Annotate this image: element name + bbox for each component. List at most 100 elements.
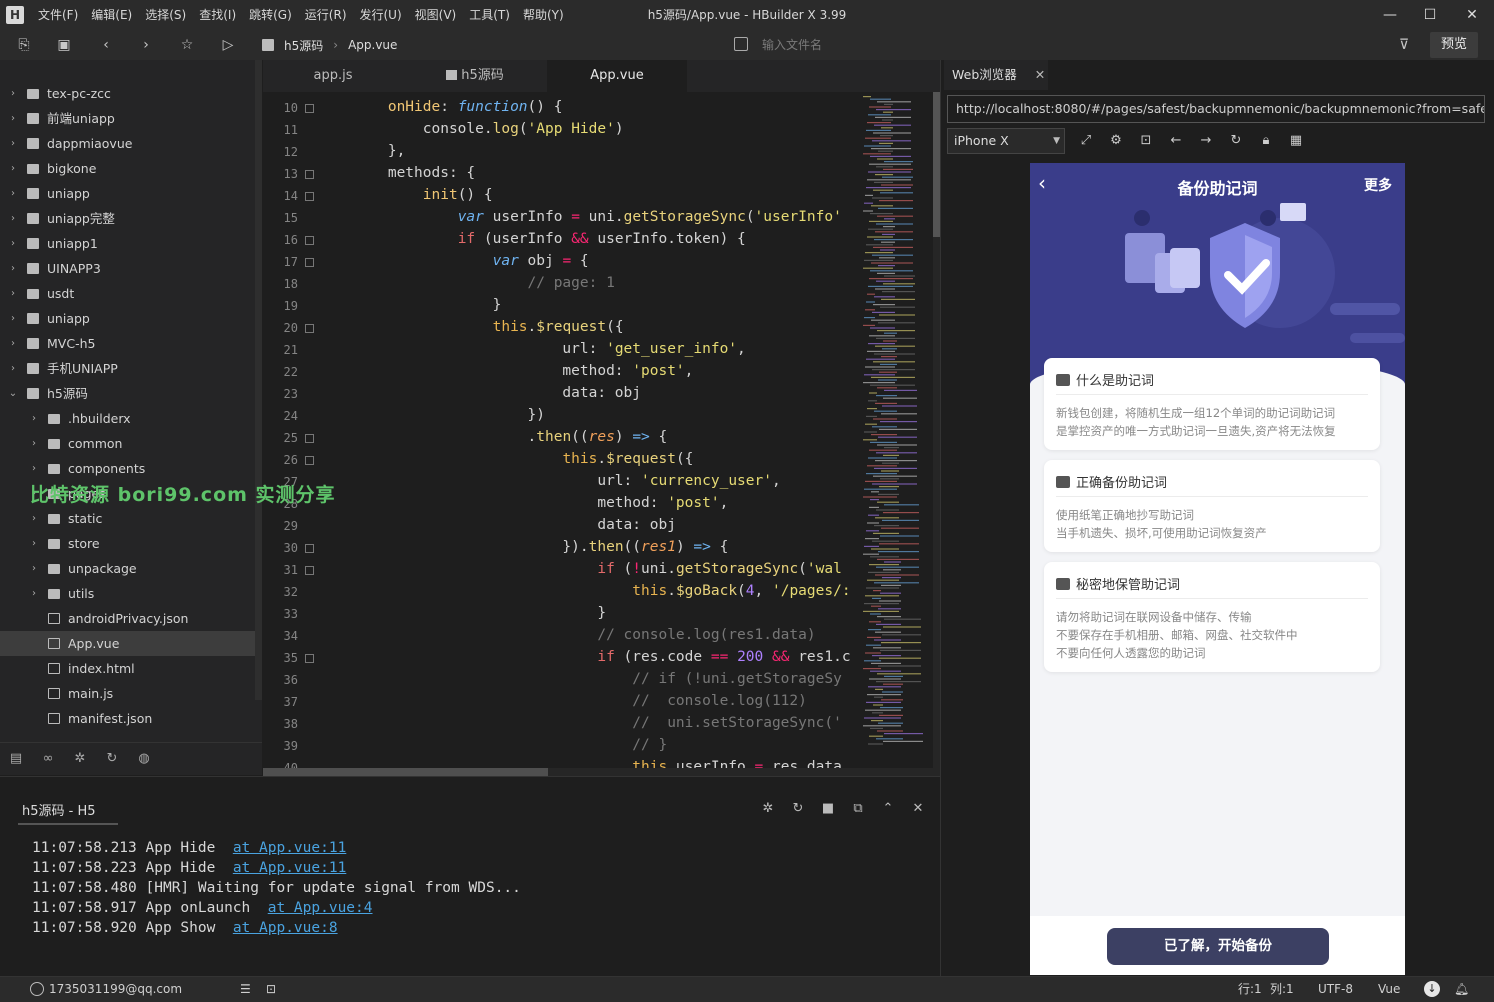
- status-user-account[interactable]: 1735031199@qq.com: [49, 976, 182, 1002]
- menu-item[interactable]: 查找(I): [199, 0, 236, 30]
- chevron-right-icon[interactable]: ›: [8, 81, 18, 106]
- sidebar-item[interactable]: › common: [0, 431, 255, 456]
- chevron-right-icon[interactable]: ›: [8, 331, 18, 356]
- tab-web-browser[interactable]: Web浏览器 ✕: [944, 60, 1048, 90]
- code-line[interactable]: data: obj: [318, 385, 641, 401]
- console-tab-title[interactable]: h5源码 - H5: [22, 800, 96, 819]
- chevron-right-icon[interactable]: ›: [29, 406, 39, 431]
- fold-toggle-icon[interactable]: [305, 258, 314, 267]
- restart-icon[interactable]: ↻: [789, 800, 807, 818]
- sidebar-item[interactable]: › MVC-h5: [0, 331, 255, 356]
- chevron-right-icon[interactable]: ›: [29, 431, 39, 456]
- forward-icon[interactable]: ›: [136, 35, 156, 55]
- browser-forward-icon[interactable]: →: [1196, 131, 1216, 151]
- run-icon[interactable]: ▷: [218, 35, 238, 55]
- code-line[interactable]: url: 'currency_user',: [318, 473, 780, 489]
- menu-item[interactable]: 工具(T): [469, 0, 510, 30]
- code-line[interactable]: method: 'post',: [318, 495, 728, 511]
- code-line[interactable]: if (userInfo && userInfo.token) {: [318, 231, 746, 247]
- sidebar-item[interactable]: › bigkone: [0, 156, 255, 181]
- device-select[interactable]: iPhone X ▼: [947, 128, 1065, 154]
- sidebar-scrollbar[interactable]: [255, 60, 262, 700]
- new-file-icon[interactable]: ⎘: [14, 35, 34, 55]
- globe-icon[interactable]: ◍: [134, 749, 154, 769]
- sidebar-item[interactable]: androidPrivacy.json: [0, 606, 255, 631]
- fold-toggle-icon[interactable]: [305, 544, 314, 553]
- code-line[interactable]: this.$goBack(4, '/pages/:: [318, 583, 850, 599]
- tab-h5-project[interactable]: h5源码: [405, 60, 545, 92]
- debug-icon[interactable]: ✲: [759, 800, 777, 818]
- fold-toggle-icon[interactable]: [305, 434, 314, 443]
- chevron-right-icon[interactable]: ›: [8, 356, 18, 381]
- code-line[interactable]: // }: [318, 737, 667, 753]
- code-line[interactable]: method: 'post',: [318, 363, 693, 379]
- chevron-right-icon[interactable]: ›: [8, 231, 18, 256]
- code-line[interactable]: }: [318, 605, 606, 621]
- fold-toggle-icon[interactable]: [305, 654, 314, 663]
- sidebar-item[interactable]: manifest.json: [0, 706, 255, 731]
- fold-toggle-icon[interactable]: [305, 456, 314, 465]
- sidebar-item[interactable]: › static: [0, 506, 255, 531]
- sidebar-item[interactable]: › dappmiaovue: [0, 131, 255, 156]
- sidebar-item[interactable]: ⌄ h5源码: [0, 381, 255, 406]
- refresh-icon[interactable]: ↻: [1226, 131, 1246, 151]
- chevron-right-icon[interactable]: ›: [8, 106, 18, 131]
- chevron-right-icon[interactable]: ›: [8, 131, 18, 156]
- binoculars-icon[interactable]: ∞: [38, 749, 58, 769]
- settings-icon[interactable]: ⚙: [1106, 131, 1126, 151]
- user-icon[interactable]: [30, 982, 44, 996]
- menu-item[interactable]: 发行(U): [360, 0, 402, 30]
- lock-icon[interactable]: 🔒︎: [1256, 131, 1276, 151]
- scroll-thumb[interactable]: [933, 92, 940, 237]
- sidebar-item[interactable]: › uniapp: [0, 306, 255, 331]
- chevron-right-icon[interactable]: ›: [8, 156, 18, 181]
- sidebar-item[interactable]: main.js: [0, 681, 255, 706]
- menu-item[interactable]: 视图(V): [415, 0, 457, 30]
- tab-app-vue[interactable]: App.vue: [547, 60, 687, 92]
- url-input[interactable]: http://localhost:8080/#/pages/safest/bac…: [947, 95, 1485, 123]
- git-icon[interactable]: ↻: [102, 749, 122, 769]
- code-line[interactable]: this.$request({: [318, 451, 693, 467]
- preview-button[interactable]: 预览: [1430, 32, 1478, 58]
- sidebar-item[interactable]: › components: [0, 456, 255, 481]
- tab-app-js[interactable]: app.js: [263, 60, 403, 92]
- terminal-icon[interactable]: ⊡: [266, 976, 276, 1002]
- sidebar-item[interactable]: › UINAPP3: [0, 256, 255, 281]
- menu-item[interactable]: 帮助(Y): [523, 0, 564, 30]
- code-line[interactable]: data: obj: [318, 517, 676, 533]
- start-backup-button[interactable]: 已了解，开始备份: [1107, 928, 1329, 965]
- code-line[interactable]: // page: 1: [318, 275, 615, 291]
- bug-icon[interactable]: ✲: [70, 749, 90, 769]
- sidebar-item[interactable]: › uniapp1: [0, 231, 255, 256]
- menu-item[interactable]: 跳转(G): [249, 0, 292, 30]
- chevron-right-icon[interactable]: ›: [8, 306, 18, 331]
- code-line[interactable]: // console.log(res1.data): [318, 627, 815, 643]
- code-editor[interactable]: 10 onHide: function() {11 console.log('A…: [263, 92, 861, 768]
- chevron-right-icon[interactable]: ›: [29, 531, 39, 556]
- code-line[interactable]: var obj = {: [318, 253, 589, 269]
- sidebar-item[interactable]: index.html: [0, 656, 255, 681]
- sidebar-item[interactable]: › tex-pc-zcc: [0, 81, 255, 106]
- code-line[interactable]: init() {: [318, 187, 493, 203]
- chevron-right-icon[interactable]: ›: [29, 581, 39, 606]
- code-line[interactable]: this.$request({: [318, 319, 624, 335]
- browser-back-icon[interactable]: ←: [1166, 131, 1186, 151]
- log-source-link[interactable]: at App.vue:11: [233, 860, 347, 876]
- star-icon[interactable]: ☆: [177, 35, 197, 55]
- code-line[interactable]: methods: {: [318, 165, 475, 181]
- devtools-icon[interactable]: ⊡: [1136, 131, 1156, 151]
- code-line[interactable]: onHide: function() {: [318, 99, 563, 115]
- menu-item[interactable]: 文件(F): [38, 0, 78, 30]
- chevron-right-icon[interactable]: ›: [8, 181, 18, 206]
- code-line[interactable]: // console.log(112): [318, 693, 807, 709]
- list-icon[interactable]: ☰: [240, 976, 251, 1002]
- fold-toggle-icon[interactable]: [305, 192, 314, 201]
- maximize-icon[interactable]: ☐: [1410, 0, 1450, 30]
- clear-console-icon[interactable]: ✕: [909, 800, 927, 818]
- fold-toggle-icon[interactable]: [305, 566, 314, 575]
- code-line[interactable]: }).then((res1) => {: [318, 539, 728, 555]
- sidebar-item[interactable]: › store: [0, 531, 255, 556]
- chevron-right-icon[interactable]: ›: [29, 506, 39, 531]
- sidebar-item[interactable]: › 手机UNIAPP: [0, 356, 255, 381]
- sidebar-item[interactable]: › usdt: [0, 281, 255, 306]
